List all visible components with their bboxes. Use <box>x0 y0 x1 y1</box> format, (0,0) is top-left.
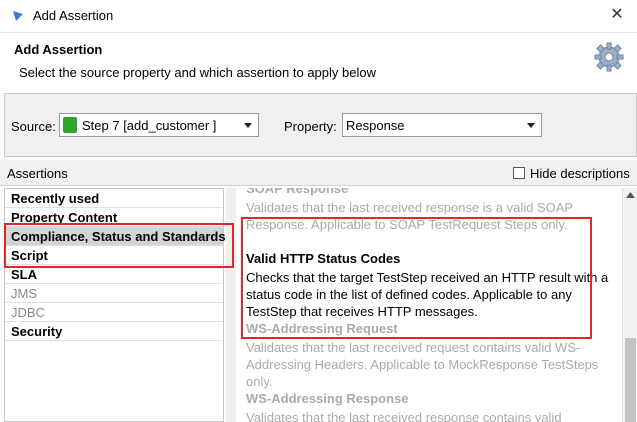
dialog-header: Add Assertion Select the source property… <box>0 34 637 86</box>
assertions-bar: Assertions Hide descriptions <box>0 160 637 186</box>
property-value: Response <box>346 118 405 133</box>
step-icon <box>63 117 77 133</box>
gear-icon <box>594 42 624 72</box>
scroll-up-icon[interactable] <box>626 192 635 198</box>
window-title: Add Assertion <box>33 8 114 23</box>
hide-descriptions-label[interactable]: Hide descriptions <box>530 166 630 181</box>
property-select[interactable]: Response <box>342 113 542 137</box>
assertion-title[interactable]: WS-Addressing Response <box>246 391 409 406</box>
assertion-description: Validates that the last received respons… <box>246 410 562 422</box>
app-icon <box>13 11 23 21</box>
category-security[interactable]: Security <box>5 322 223 341</box>
scrollbar-thumb[interactable] <box>625 338 636 422</box>
category-property-content[interactable]: Property Content <box>5 208 223 227</box>
chevron-down-icon <box>527 123 535 128</box>
assertion-description: Validates that the last received respons… <box>246 200 573 232</box>
title-bar: Add Assertion ✕ <box>0 0 637 33</box>
assertion-description: Checks that the target TestStep received… <box>246 270 609 319</box>
assertion-title[interactable]: Valid HTTP Status Codes <box>246 251 400 266</box>
assertions-label: Assertions <box>7 166 68 181</box>
assertion-list: SOAP Response Validates that the last re… <box>238 188 622 422</box>
split-divider[interactable] <box>226 188 236 422</box>
category-jdbc: JDBC <box>5 303 223 322</box>
assertion-description: Validates that the last received request… <box>246 340 599 389</box>
category-sla[interactable]: SLA <box>5 265 223 284</box>
page-description: Select the source property and which ass… <box>19 65 376 80</box>
scrollbar[interactable] <box>622 188 637 422</box>
property-label: Property: <box>284 119 337 134</box>
source-value: Step 7 [add_customer ] <box>82 118 217 133</box>
hide-descriptions-checkbox[interactable] <box>513 167 525 179</box>
category-list: Recently used Property Content Complianc… <box>4 188 226 422</box>
category-compliance[interactable]: Compliance, Status and Standards <box>5 227 226 246</box>
category-script[interactable]: Script <box>5 246 223 265</box>
category-jms: JMS <box>5 284 223 303</box>
source-panel: Source: Step 7 [add_customer ] Property:… <box>4 93 637 157</box>
page-title: Add Assertion <box>14 42 103 57</box>
assertion-title[interactable]: WS-Addressing Request <box>246 321 398 336</box>
chevron-down-icon <box>244 123 252 128</box>
source-select[interactable]: Step 7 [add_customer ] <box>59 113 259 137</box>
category-recently-used[interactable]: Recently used <box>5 189 223 208</box>
source-label: Source: <box>11 119 56 134</box>
assertion-title[interactable]: SOAP Response <box>246 188 348 196</box>
close-icon[interactable]: ✕ <box>607 5 627 25</box>
